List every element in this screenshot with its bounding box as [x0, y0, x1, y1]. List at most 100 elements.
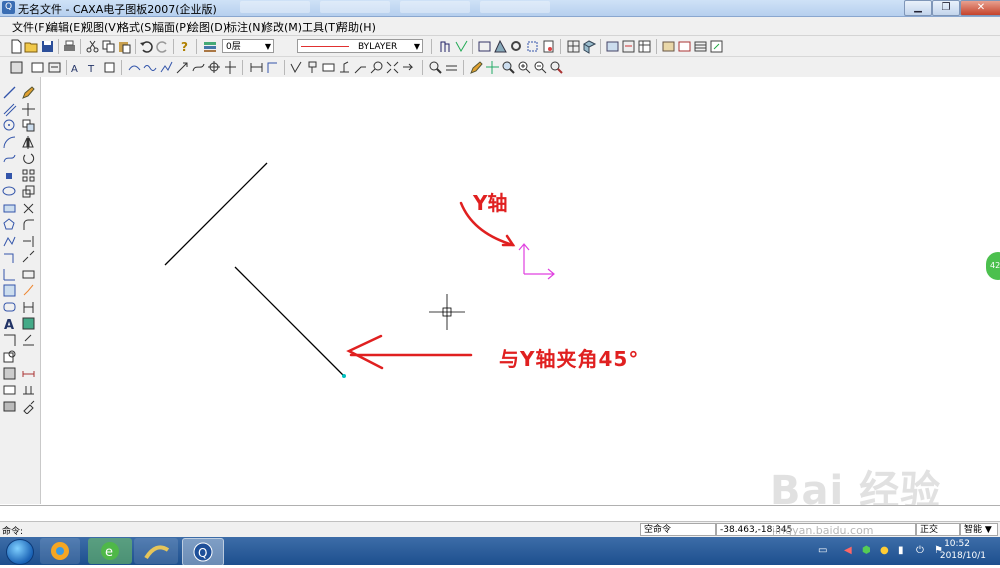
library-insert-icon[interactable]	[2, 399, 17, 414]
style-match-icon[interactable]	[21, 333, 36, 348]
paste-icon[interactable]	[117, 39, 132, 54]
menu-draw[interactable]: 绘图(D)	[188, 19, 227, 35]
frame-tool-icon[interactable]	[661, 39, 676, 54]
snap-icon[interactable]	[454, 39, 469, 54]
circle-tool-icon[interactable]	[2, 118, 17, 133]
new-file-icon[interactable]	[9, 39, 24, 54]
floating-badge[interactable]: 42	[986, 252, 1000, 280]
reference-line[interactable]	[164, 162, 268, 266]
blank-slot-icon[interactable]	[21, 349, 36, 364]
fillet-icon[interactable]	[21, 217, 36, 232]
point-tool-icon[interactable]	[2, 168, 17, 183]
zoom-previous-icon[interactable]	[549, 60, 564, 75]
sheet-config-icon[interactable]	[709, 39, 724, 54]
linetype-select[interactable]: BYLAYER ▼	[297, 39, 423, 53]
center-line-tool-icon[interactable]	[2, 250, 17, 265]
copy-tool-icon[interactable]	[21, 118, 36, 133]
center-line-icon[interactable]	[223, 60, 238, 75]
gear-icon[interactable]	[509, 39, 524, 54]
page-tool-icon[interactable]	[541, 39, 556, 54]
eyedropper-icon[interactable]	[21, 399, 36, 414]
redo-icon[interactable]	[155, 39, 170, 54]
clock-date[interactable]: 2018/10/1	[940, 551, 986, 561]
library-query-icon[interactable]	[2, 382, 17, 397]
pen-edit-icon[interactable]	[469, 60, 484, 75]
leader-icon[interactable]	[353, 60, 368, 75]
menu-view[interactable]: 视图(V)	[82, 19, 120, 35]
power-icon[interactable]: ⏻	[916, 545, 924, 556]
security-shield-icon[interactable]: ⬢	[862, 545, 871, 556]
network-icon[interactable]: ▮	[898, 545, 904, 556]
dimension-icon[interactable]	[249, 60, 264, 75]
block-insert-icon[interactable]	[2, 300, 17, 315]
ellipse-tool-icon[interactable]	[2, 184, 17, 199]
tolerance-icon[interactable]	[321, 60, 336, 75]
stretch-icon[interactable]	[21, 267, 36, 282]
zoom-out-icon[interactable]	[533, 60, 548, 75]
text-style-icon[interactable]: A	[70, 60, 85, 75]
undo-icon[interactable]	[139, 39, 154, 54]
parallel-line-icon[interactable]	[2, 102, 17, 117]
grid-tool-icon[interactable]	[566, 39, 581, 54]
datum-icon[interactable]	[305, 60, 320, 75]
spline-icon[interactable]	[191, 60, 206, 75]
ortho-toggle[interactable]: 正交	[916, 523, 960, 536]
frame-tool-icon[interactable]	[2, 283, 17, 298]
measure-icon[interactable]	[444, 60, 459, 75]
close-button[interactable]: ✕	[960, 0, 1000, 16]
break-icon[interactable]	[21, 250, 36, 265]
pan-icon[interactable]	[485, 60, 500, 75]
copy-icon[interactable]	[101, 39, 116, 54]
caxa-app-icon[interactable]: Q	[2, 1, 15, 14]
command-line[interactable]	[0, 505, 1000, 521]
constraint-icon[interactable]	[21, 382, 36, 397]
hole-icon[interactable]	[207, 60, 222, 75]
tray-app-icon[interactable]: ●	[880, 545, 889, 556]
maximize-button[interactable]: ❐	[932, 0, 960, 16]
mirror-icon[interactable]	[21, 135, 36, 150]
scale-icon[interactable]	[21, 184, 36, 199]
cut-icon[interactable]	[85, 39, 100, 54]
help-pointer-icon[interactable]: ?	[178, 39, 193, 54]
edge-tool-icon[interactable]	[2, 333, 17, 348]
pencil-tool-icon[interactable]	[21, 85, 36, 100]
arrow-icon[interactable]	[175, 60, 190, 75]
property-icon[interactable]	[21, 316, 36, 331]
text-tool-icon[interactable]: A	[2, 316, 17, 331]
drawing-canvas[interactable]: Y轴 与Y轴夹角45°	[41, 77, 1000, 504]
zoom-window-icon[interactable]	[428, 60, 443, 75]
hatch-tool-icon[interactable]	[2, 267, 17, 282]
spline-tool-icon[interactable]	[2, 151, 17, 166]
menu-file[interactable]: 文件(F)	[12, 19, 49, 35]
part-library-icon[interactable]	[2, 349, 17, 364]
background-window-tab[interactable]	[480, 1, 550, 13]
taskbar-app-caxa[interactable]: Q	[182, 538, 224, 566]
menu-dimension[interactable]: 标注(N)	[226, 19, 265, 35]
parts-list-icon[interactable]	[693, 39, 708, 54]
layer-select[interactable]: 0层 ▼	[222, 39, 274, 53]
save-icon[interactable]	[40, 39, 55, 54]
dimension-edit-icon[interactable]	[21, 366, 36, 381]
menu-format[interactable]: 格式(S)	[118, 19, 156, 35]
array-icon[interactable]	[21, 168, 36, 183]
menu-sheet[interactable]: 幅面(P)	[153, 19, 190, 35]
menu-modify[interactable]: 修改(M)	[262, 19, 302, 35]
snap-mode-select[interactable]: 智能 ▼	[960, 523, 998, 536]
menu-help[interactable]: 帮助(H)	[337, 19, 376, 35]
background-window-tab[interactable]	[320, 1, 390, 13]
minimize-button[interactable]: ▁	[904, 0, 932, 16]
extend-icon[interactable]	[21, 234, 36, 249]
section-icon[interactable]	[385, 60, 400, 75]
align-icon[interactable]	[21, 300, 36, 315]
polygon-tool-icon[interactable]	[2, 217, 17, 232]
layer-manager-icon[interactable]	[203, 39, 218, 54]
title-block-icon[interactable]	[677, 39, 692, 54]
point-style-icon[interactable]	[102, 60, 117, 75]
triangle-tool-icon[interactable]	[493, 39, 508, 54]
coordinate-dim-icon[interactable]	[265, 60, 280, 75]
weld-icon[interactable]	[337, 60, 352, 75]
start-button[interactable]	[6, 539, 34, 565]
display-all-icon[interactable]	[47, 60, 62, 75]
taskbar-app-browser[interactable]	[40, 538, 80, 564]
open-folder-icon[interactable]	[24, 39, 39, 54]
